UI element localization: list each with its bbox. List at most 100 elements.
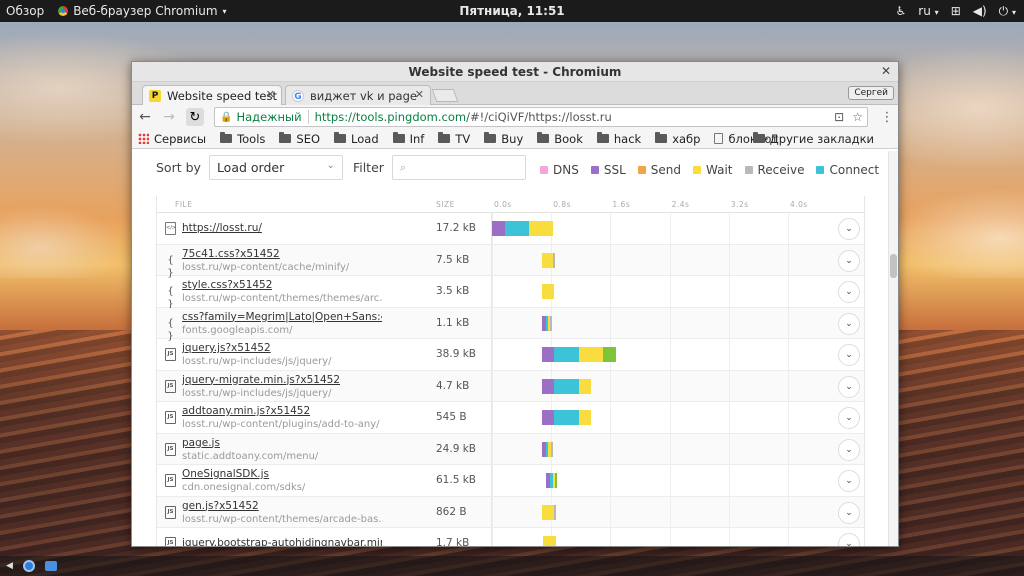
legend-item-receive[interactable]: Receive — [744, 163, 804, 177]
expand-row-button[interactable]: ⌄ — [838, 218, 860, 240]
expand-row-button[interactable]: ⌄ — [838, 533, 860, 546]
accessibility-icon[interactable]: ♿ — [896, 4, 907, 18]
file-name-link[interactable]: https://losst.ru/ — [182, 222, 262, 234]
expand-row-button[interactable]: ⌄ — [838, 281, 860, 303]
legend-item-connect[interactable]: Connect — [816, 163, 879, 177]
expand-row-button[interactable]: ⌄ — [838, 407, 860, 429]
table-row[interactable]: JS jquery-migrate.min.js?x51452 losst.ru/w… — [157, 370, 864, 402]
legend-item-dns[interactable]: DNS — [540, 163, 579, 177]
chromium-dock-icon[interactable] — [22, 560, 35, 572]
reload-button[interactable]: ↻ — [186, 108, 204, 126]
bookmark-9[interactable]: хабр — [655, 132, 700, 146]
grid-line — [728, 276, 730, 307]
css-file-icon: { } — [167, 317, 174, 342]
tab-vk-widget[interactable]: G виджет vk и page sp ✕ — [285, 85, 431, 105]
legend-item-ssl[interactable]: SSL — [590, 163, 626, 177]
expand-row-button[interactable]: ⌄ — [838, 344, 860, 366]
table-row[interactable]: { } css?family=Megrim|Lato|Open+Sans:400…… — [157, 307, 864, 342]
app-menu[interactable]: Веб-браузер Chromium ▾ — [58, 4, 227, 18]
timing-bar-ssl — [541, 347, 555, 362]
url-host: https://tools.pingdom.com — [314, 110, 467, 124]
file-name-link[interactable]: addtoany.min.js?x51452 — [182, 405, 310, 417]
js-file-icon: JS — [165, 411, 176, 424]
table-row[interactable]: JS page.js static.addtoany.com/menu/24.9 k… — [157, 433, 864, 465]
grid-line — [788, 307, 789, 339]
bookmark-5[interactable]: TV — [438, 132, 470, 146]
file-name-link[interactable]: OneSignalSDK.js — [182, 468, 269, 480]
filter-input[interactable]: ⌕ — [391, 155, 526, 180]
expand-row-button[interactable]: ⌄ — [838, 312, 860, 335]
file-name-link[interactable]: jquery-migrate.min.js?x51452 — [182, 374, 340, 386]
file-name-link[interactable]: jquery.js?x51452 — [182, 342, 271, 354]
bookmark-2[interactable]: SEO — [279, 132, 320, 146]
file-size: 545 B — [436, 411, 467, 423]
expand-row-button[interactable]: ⌄ — [838, 438, 860, 461]
table-row[interactable]: JS jquery.bootstrap-autohidingnavbar.min…… — [157, 528, 864, 546]
volume-icon[interactable]: ◀) — [973, 4, 987, 18]
timing-bar-connect — [554, 410, 579, 425]
forward-button[interactable]: → — [162, 109, 176, 125]
table-row[interactable]: { } style.css?x51452 losst.ru/wp-content/t… — [157, 276, 864, 310]
table-row[interactable]: </> https://losst.ru/17.2 kB ⌄ — [157, 213, 864, 245]
back-button[interactable]: ← — [138, 109, 152, 125]
chevron-down-icon: ⌄ — [845, 539, 853, 546]
power-icon[interactable]: ⏻ ▾ — [999, 4, 1016, 19]
bookmark-8[interactable]: hack — [596, 132, 641, 146]
file-name-link[interactable]: style.css?x51452 — [182, 279, 272, 291]
time-tick-label: 0.0s — [494, 200, 512, 209]
timing-bar-connect — [554, 378, 579, 394]
address-bar[interactable]: 🔒 Надежный https://tools.pingdom.com/#!/… — [214, 107, 868, 127]
profile-button[interactable]: Сергей — [848, 86, 894, 100]
file-name-link[interactable]: css?family=Megrim|Lato|Open+Sans:400… — [182, 311, 382, 323]
grid-line — [492, 433, 493, 465]
other-bookmarks[interactable]: Другие закладки — [752, 132, 874, 146]
grid-line — [669, 496, 671, 528]
table-row[interactable]: JS OneSignalSDK.js cdn.onesignal.com/sdks/… — [157, 465, 864, 497]
dock-arrow-icon[interactable]: ◀ — [6, 561, 13, 571]
table-row[interactable]: JS addtoany.min.js?x51452 losst.ru/wp-cont… — [157, 402, 864, 434]
expand-row-button[interactable]: ⌄ — [838, 375, 860, 398]
window-titlebar[interactable]: Website speed test - Chromium ✕ — [132, 62, 898, 82]
file-name-link[interactable]: gen.js?x51452 — [182, 500, 259, 512]
app-dock-icon[interactable] — [44, 561, 57, 571]
tab-website-speed-test[interactable]: P Website speed test ✕ — [142, 85, 282, 105]
close-tab-icon[interactable]: ✕ — [415, 88, 424, 101]
page-scrollbar[interactable] — [888, 151, 898, 546]
bookmark-0[interactable]: Сервисы — [138, 132, 206, 146]
translate-icon[interactable]: ⊡ — [834, 110, 844, 124]
bookmark-6[interactable]: Buy — [484, 132, 523, 146]
bookmark-4[interactable]: Inf — [392, 132, 424, 146]
scrollbar-thumb[interactable] — [890, 254, 897, 278]
close-icon[interactable]: ✕ — [881, 64, 891, 78]
new-tab-button[interactable] — [431, 89, 459, 102]
bookmark-3[interactable]: Load — [334, 132, 379, 146]
table-row[interactable]: JS jquery.js?x51452 losst.ru/wp-includes/j… — [157, 339, 864, 371]
waterfall-track — [492, 244, 832, 276]
grid-line — [492, 528, 493, 546]
waterfall-track — [492, 213, 832, 244]
bookmark-1[interactable]: Tools — [220, 132, 265, 146]
file-name-link[interactable]: 75c41.css?x51452 — [182, 248, 280, 260]
table-row[interactable]: JS gen.js?x51452 losst.ru/wp-content/theme… — [157, 496, 864, 528]
chrome-menu-button[interactable]: ⋮ — [880, 110, 894, 125]
sort-select[interactable]: Load order ⌄ — [208, 155, 343, 180]
star-icon[interactable]: ☆ — [852, 110, 863, 124]
language-selector[interactable]: ru ▾ — [918, 4, 938, 18]
legend: DNS SSL Send Wait Receive Connect — [540, 163, 879, 177]
activities-button[interactable]: Обзор — [6, 4, 44, 18]
file-size: 1.1 kB — [436, 316, 470, 329]
table-row[interactable]: { } 75c41.css?x51452 losst.ru/wp-content/c… — [157, 244, 864, 279]
legend-item-wait[interactable]: Wait — [693, 163, 733, 177]
grid-line — [788, 370, 789, 402]
close-tab-icon[interactable]: ✕ — [266, 88, 275, 101]
bookmark-7[interactable]: Book — [537, 132, 583, 146]
expand-row-button[interactable]: ⌄ — [838, 249, 860, 272]
grid-line — [492, 402, 493, 433]
file-name-link[interactable]: page.js — [182, 437, 220, 449]
legend-item-send[interactable]: Send — [637, 163, 681, 177]
apps-icon — [138, 133, 149, 144]
network-icon[interactable]: ⊞ — [951, 4, 961, 18]
expand-row-button[interactable]: ⌄ — [838, 470, 860, 492]
file-name-link[interactable]: jquery.bootstrap-autohidingnavbar.min… — [182, 537, 382, 546]
expand-row-button[interactable]: ⌄ — [838, 501, 860, 524]
